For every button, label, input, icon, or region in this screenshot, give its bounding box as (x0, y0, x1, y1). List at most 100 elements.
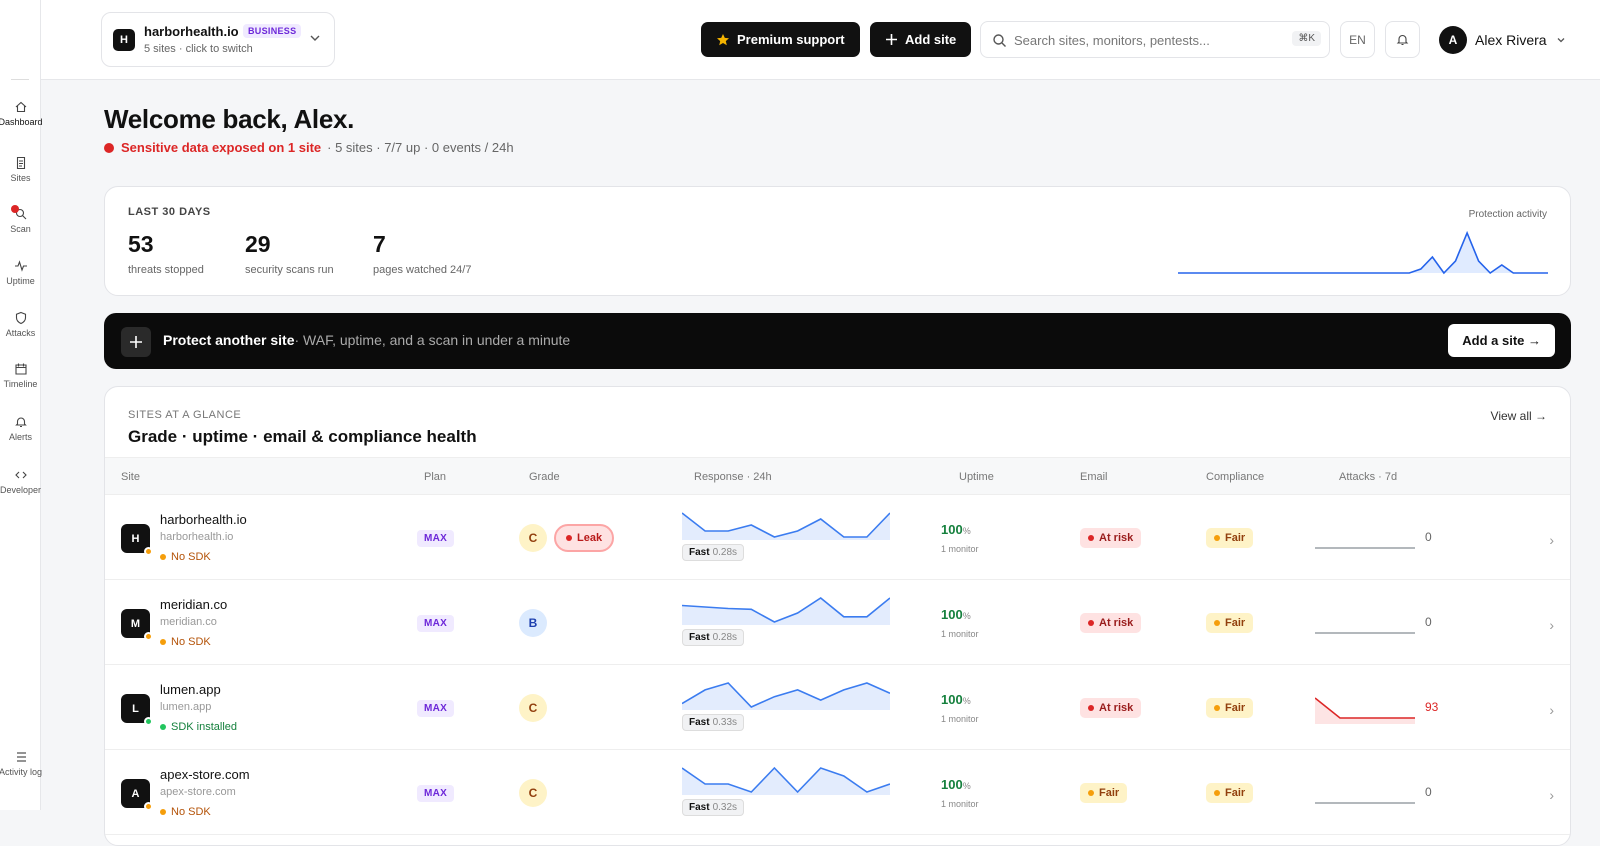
notifications-button[interactable] (1385, 21, 1420, 58)
response-sparkline (682, 682, 890, 710)
uptime-value: 100% (941, 607, 971, 622)
attacks-count: 0 (1425, 530, 1432, 544)
compliance-status: Fair (1206, 783, 1254, 803)
sidebar-item-label: Timeline (3, 379, 38, 389)
compliance-status: Fair (1206, 528, 1254, 548)
exposure-alert[interactable]: Sensitive data exposed on 1 site (121, 140, 321, 155)
stat-label: security scans run (245, 264, 334, 276)
page-title: Welcome back, Alex. (104, 104, 355, 134)
view-all-link[interactable]: View all → (1491, 409, 1547, 423)
sdk-status: No SDK (160, 806, 211, 818)
sidebar-item-activity-log[interactable]: Activity log (0, 750, 42, 778)
table-row[interactable]: Mmeridian.co meridian.co No SDK MAX B Fast 0.2… (105, 581, 1570, 665)
plan-badge: MAX (417, 785, 455, 802)
language-button[interactable]: EN (1340, 21, 1375, 58)
stat-pages: 7 pages watched 24/7 (373, 231, 471, 276)
leak-badge[interactable]: Leak (554, 524, 615, 552)
workspace-switcher[interactable]: H harborhealth.io BUSINESS 5 sites · cli… (101, 12, 335, 67)
column-header-compliance: Compliance (1206, 471, 1265, 483)
sidebar: Dashboard Sites Scan Uptime Attacks Timeline A… (0, 0, 43, 810)
site-name[interactable]: harborhealth.io (160, 512, 247, 527)
search-bar[interactable]: ⌘K (980, 21, 1330, 58)
attacks-count: 93 (1425, 700, 1439, 714)
leak-dot (566, 535, 572, 541)
chevron-right-icon[interactable]: › (1549, 617, 1554, 633)
email-status: At risk (1080, 528, 1142, 548)
add-a-site-button[interactable]: Add a site → (1448, 324, 1555, 357)
uptime-value: 100% (941, 692, 971, 707)
chevron-right-icon[interactable]: › (1549, 702, 1554, 718)
plan-badge: MAX (417, 530, 455, 547)
sidebar-item-timeline[interactable]: Timeline (0, 362, 41, 389)
sidebar-item-label: Scan (10, 224, 31, 234)
search-input[interactable] (1014, 31, 1274, 49)
sidebar-item-scan[interactable]: Scan (0, 205, 41, 234)
attacks-count: 0 (1425, 785, 1432, 799)
user-menu[interactable]: A Alex Rivera (1439, 25, 1567, 55)
sidebar-divider (11, 79, 29, 80)
workspace-name: harborhealth.io (144, 24, 239, 39)
protection-activity-sparkline (1178, 230, 1548, 275)
monitor-count: 1 monitor (941, 799, 979, 809)
shield-icon (15, 311, 26, 325)
sparkline-area (682, 598, 890, 625)
site-host: meridian.co (160, 616, 217, 628)
section-title: Grade · uptime · email & compliance heal… (128, 427, 477, 446)
status-text: · 5 sites · 7/7 up · 0 events / 24h (327, 140, 514, 155)
add-site-button[interactable]: Add site (870, 22, 972, 57)
response-badge: Fast 0.33s (682, 714, 745, 731)
site-name[interactable]: apex-store.com (160, 767, 250, 782)
sidebar-item-sites[interactable]: Sites (0, 156, 41, 183)
site-name[interactable]: lumen.app (160, 682, 221, 697)
premium-support-button[interactable]: Premium support (701, 22, 860, 57)
sidebar-item-developer[interactable]: Developer (0, 468, 41, 495)
pulse-icon (14, 260, 27, 272)
sdk-status-dot (144, 547, 153, 556)
sidebar-item-label: Sites (10, 173, 31, 183)
sidebar-item-label: Dashboard (0, 117, 43, 127)
sidebar-item-alerts[interactable]: Alerts (0, 415, 41, 442)
bell-icon (1396, 34, 1409, 46)
response-sparkline (682, 512, 890, 540)
chevron-right-icon[interactable]: › (1549, 787, 1554, 803)
response-sparkline (682, 766, 890, 795)
stat-value: 7 (373, 231, 386, 257)
sdk-status: SDK installed (160, 721, 237, 733)
email-status: At risk (1080, 698, 1142, 718)
site-host: harborhealth.io (160, 531, 234, 543)
chevron-right-icon[interactable]: › (1549, 532, 1554, 548)
sidebar-item-attacks[interactable]: Attacks (0, 311, 41, 338)
site-name[interactable]: meridian.co (160, 597, 227, 612)
monitor-count: 1 monitor (941, 544, 979, 554)
response-badge: Fast 0.28s (682, 544, 745, 561)
home-icon (15, 101, 26, 113)
site-host: apex-store.com (160, 786, 236, 798)
sidebar-item-label: Developer (0, 485, 42, 495)
chevron-down-icon (1557, 38, 1565, 43)
table-header: Site Plan Grade Response · 24h Uptime Em… (105, 457, 1570, 495)
attacks-sparkline (1315, 547, 1415, 549)
sidebar-item-label: Activity log (0, 767, 42, 777)
star-icon (717, 33, 729, 45)
status-summary: Sensitive data exposed on 1 site · 5 sit… (104, 140, 514, 155)
email-status: At risk (1080, 613, 1142, 633)
email-status: Fair (1080, 783, 1128, 803)
column-header-site: Site (121, 471, 140, 483)
grade-badge: B (519, 609, 547, 637)
table-row[interactable]: Hharborhealth.io harborhealth.io No SDK MAX… (105, 496, 1570, 580)
plus-icon (886, 34, 897, 45)
file-icon (16, 156, 25, 170)
sidebar-item-label: Attacks (5, 328, 36, 338)
banner-title: Protect another site (163, 332, 295, 348)
stats-card: LAST 30 DAYS 53 threats stopped 29 secur… (104, 186, 1571, 296)
grade-badge: C (519, 694, 547, 722)
alert-dot (104, 142, 114, 153)
stat-scans: 29 security scans run (245, 231, 334, 276)
stats-period: LAST 30 DAYS (128, 206, 211, 218)
sidebar-item-dashboard[interactable]: Dashboard (0, 100, 43, 127)
sidebar-item-uptime[interactable]: Uptime (0, 259, 41, 286)
table-row[interactable]: Llumen.app lumen.app SDK installed MAX C Fast… (105, 666, 1570, 750)
site-host: lumen.app (160, 701, 212, 713)
plan-badge: MAX (417, 700, 455, 717)
table-row[interactable]: Aapex-store.com apex-store.com No SDK MAX C F… (105, 751, 1570, 835)
